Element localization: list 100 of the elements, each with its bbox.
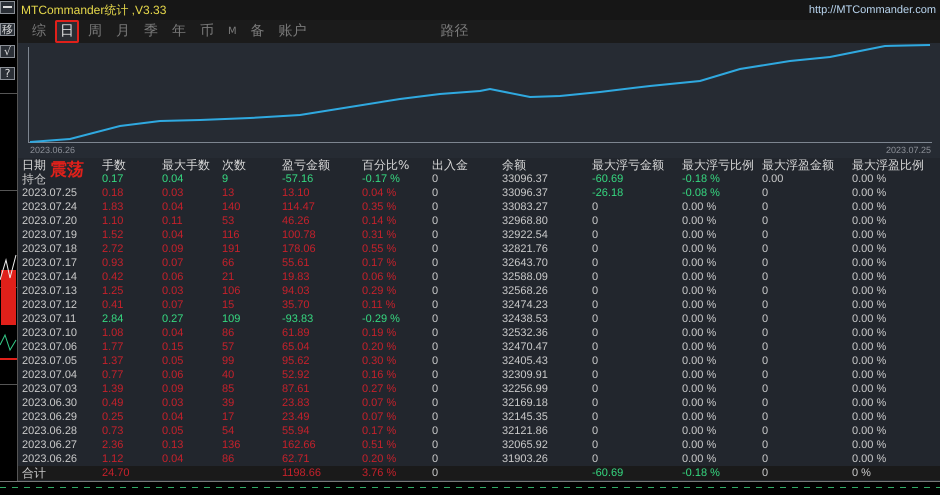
table-cell: 0 (432, 299, 438, 311)
date-cell: 2023.07.17 (22, 257, 78, 269)
toolbar-button[interactable]: √ (0, 45, 15, 58)
toolbar-button[interactable]: ? (0, 67, 15, 80)
table-cell: 0.03 (162, 285, 184, 297)
table-cell: 0.00 % (682, 383, 716, 395)
table-cell: 0.04 (162, 229, 184, 241)
tab[interactable]: 备 (246, 20, 270, 43)
table-cell: 0 (762, 411, 768, 423)
date-cell: 2023.07.06 (22, 341, 78, 353)
table-cell: 0 (762, 327, 768, 339)
table-cell: 0.00 % (682, 271, 716, 283)
table-cell: 0.00 % (852, 453, 886, 465)
table-cell: 0.55 % (362, 243, 396, 255)
column-header: 百分比% (362, 158, 410, 172)
tab[interactable]: 年 (167, 20, 191, 43)
table-cell: 32169.18 (502, 397, 548, 409)
table-cell: 1198.66 (282, 467, 321, 479)
table-cell: 1.77 (102, 341, 124, 353)
row-label: 持仓 (22, 172, 46, 186)
table-cell: 0.20 % (362, 341, 396, 353)
table-cell: 0 (432, 313, 438, 325)
table-cell: 0 (762, 355, 768, 367)
table-cell: 0.13 (162, 439, 184, 451)
table-cell: 0.00 % (682, 299, 716, 311)
column-header: 次数 (222, 158, 246, 172)
table-cell: 0 (762, 271, 768, 283)
table-cell: 0 (432, 411, 438, 423)
table-cell: -60.69 (592, 173, 624, 185)
table-cell: 0 (592, 215, 598, 227)
table-cell: 0 (432, 201, 438, 213)
table-cell: 0.93 (102, 257, 124, 269)
minimize-button[interactable] (0, 1, 15, 14)
table-cell: 0 (432, 425, 438, 437)
market-state: 震荡 (50, 161, 84, 179)
table-cell: 0.05 (162, 425, 184, 437)
table-cell: 0.00 % (682, 257, 716, 269)
table-cell: 0 (432, 397, 438, 409)
tab[interactable]: 日 (55, 20, 79, 43)
table-cell: 0 (592, 411, 598, 423)
table-cell: 0.05 (162, 355, 184, 367)
table-cell: 62.71 (282, 453, 310, 465)
table-cell: 0.03 (162, 187, 184, 199)
date-cell: 2023.06.29 (22, 411, 78, 423)
table-cell: 21 (222, 271, 234, 283)
tab[interactable]: 综 (27, 20, 51, 43)
table-cell: 0 (432, 355, 438, 367)
tab[interactable]: 周 (83, 20, 107, 43)
table-cell: 23.83 (282, 397, 310, 409)
table-cell: 0.00 % (682, 341, 716, 353)
tab[interactable]: 路径 (436, 20, 474, 43)
table-cell: 23.49 (282, 411, 310, 423)
table-cell: 0 (762, 187, 768, 199)
table-cell: 0.09 (162, 383, 184, 395)
table-cell: 0.00 % (852, 341, 886, 353)
table-cell: 0.00 % (682, 425, 716, 437)
table-cell: 0.04 % (362, 187, 396, 199)
date-cell: 2023.07.18 (22, 243, 78, 255)
table-cell: 0 % (852, 467, 871, 479)
table-cell: 32532.36 (502, 327, 548, 339)
tab[interactable]: 账户 (274, 20, 312, 43)
table-cell: 35.70 (282, 299, 310, 311)
tab[interactable]: 月 (111, 20, 135, 43)
table-cell: 0 (592, 383, 598, 395)
table-cell: 33096.37 (502, 173, 548, 185)
table-cell: 0.00 % (852, 327, 886, 339)
table-cell: 0 (592, 439, 598, 451)
table-cell: -60.69 (592, 467, 624, 479)
table-cell: 140 (222, 201, 240, 213)
toolbar-button[interactable]: 移 (0, 23, 15, 36)
website-link[interactable]: http://MTCommander.com (808, 4, 936, 16)
table-cell: 0.00 % (682, 397, 716, 409)
table-cell: 0 (592, 229, 598, 241)
table-cell: 0 (432, 271, 438, 283)
table-cell: 0 (592, 327, 598, 339)
table-cell: 32821.76 (502, 243, 548, 255)
table-cell: 0.00 % (852, 383, 886, 395)
table-cell: 0.07 % (362, 411, 396, 423)
table-cell: 1.37 (102, 355, 124, 367)
table-cell: 0.16 % (362, 369, 396, 381)
tab[interactable]: M (223, 20, 242, 43)
table-cell: 0.17 (102, 173, 124, 185)
table-cell: 0 (432, 187, 438, 199)
table-cell: 0 (432, 383, 438, 395)
table-cell: 0.03 (162, 397, 184, 409)
table-cell: 0.00 % (682, 327, 716, 339)
table-cell: 0.77 (102, 369, 124, 381)
table-cell: 0 (762, 243, 768, 255)
table-cell: 32405.43 (502, 355, 548, 367)
table-cell: 13.10 (282, 187, 310, 199)
table-cell: -0.29 % (362, 313, 400, 325)
table-cell: 66 (222, 257, 234, 269)
tab[interactable]: 币 (195, 20, 219, 43)
tab[interactable]: 季 (139, 20, 163, 43)
table-cell: 0.04 (162, 201, 184, 213)
table-cell: 46.26 (282, 215, 310, 227)
table-cell: 0.14 % (362, 215, 396, 227)
table-cell: 0 (592, 341, 598, 353)
table-cell: 0.00 % (852, 173, 886, 185)
column-header: 最大手数 (162, 158, 210, 172)
